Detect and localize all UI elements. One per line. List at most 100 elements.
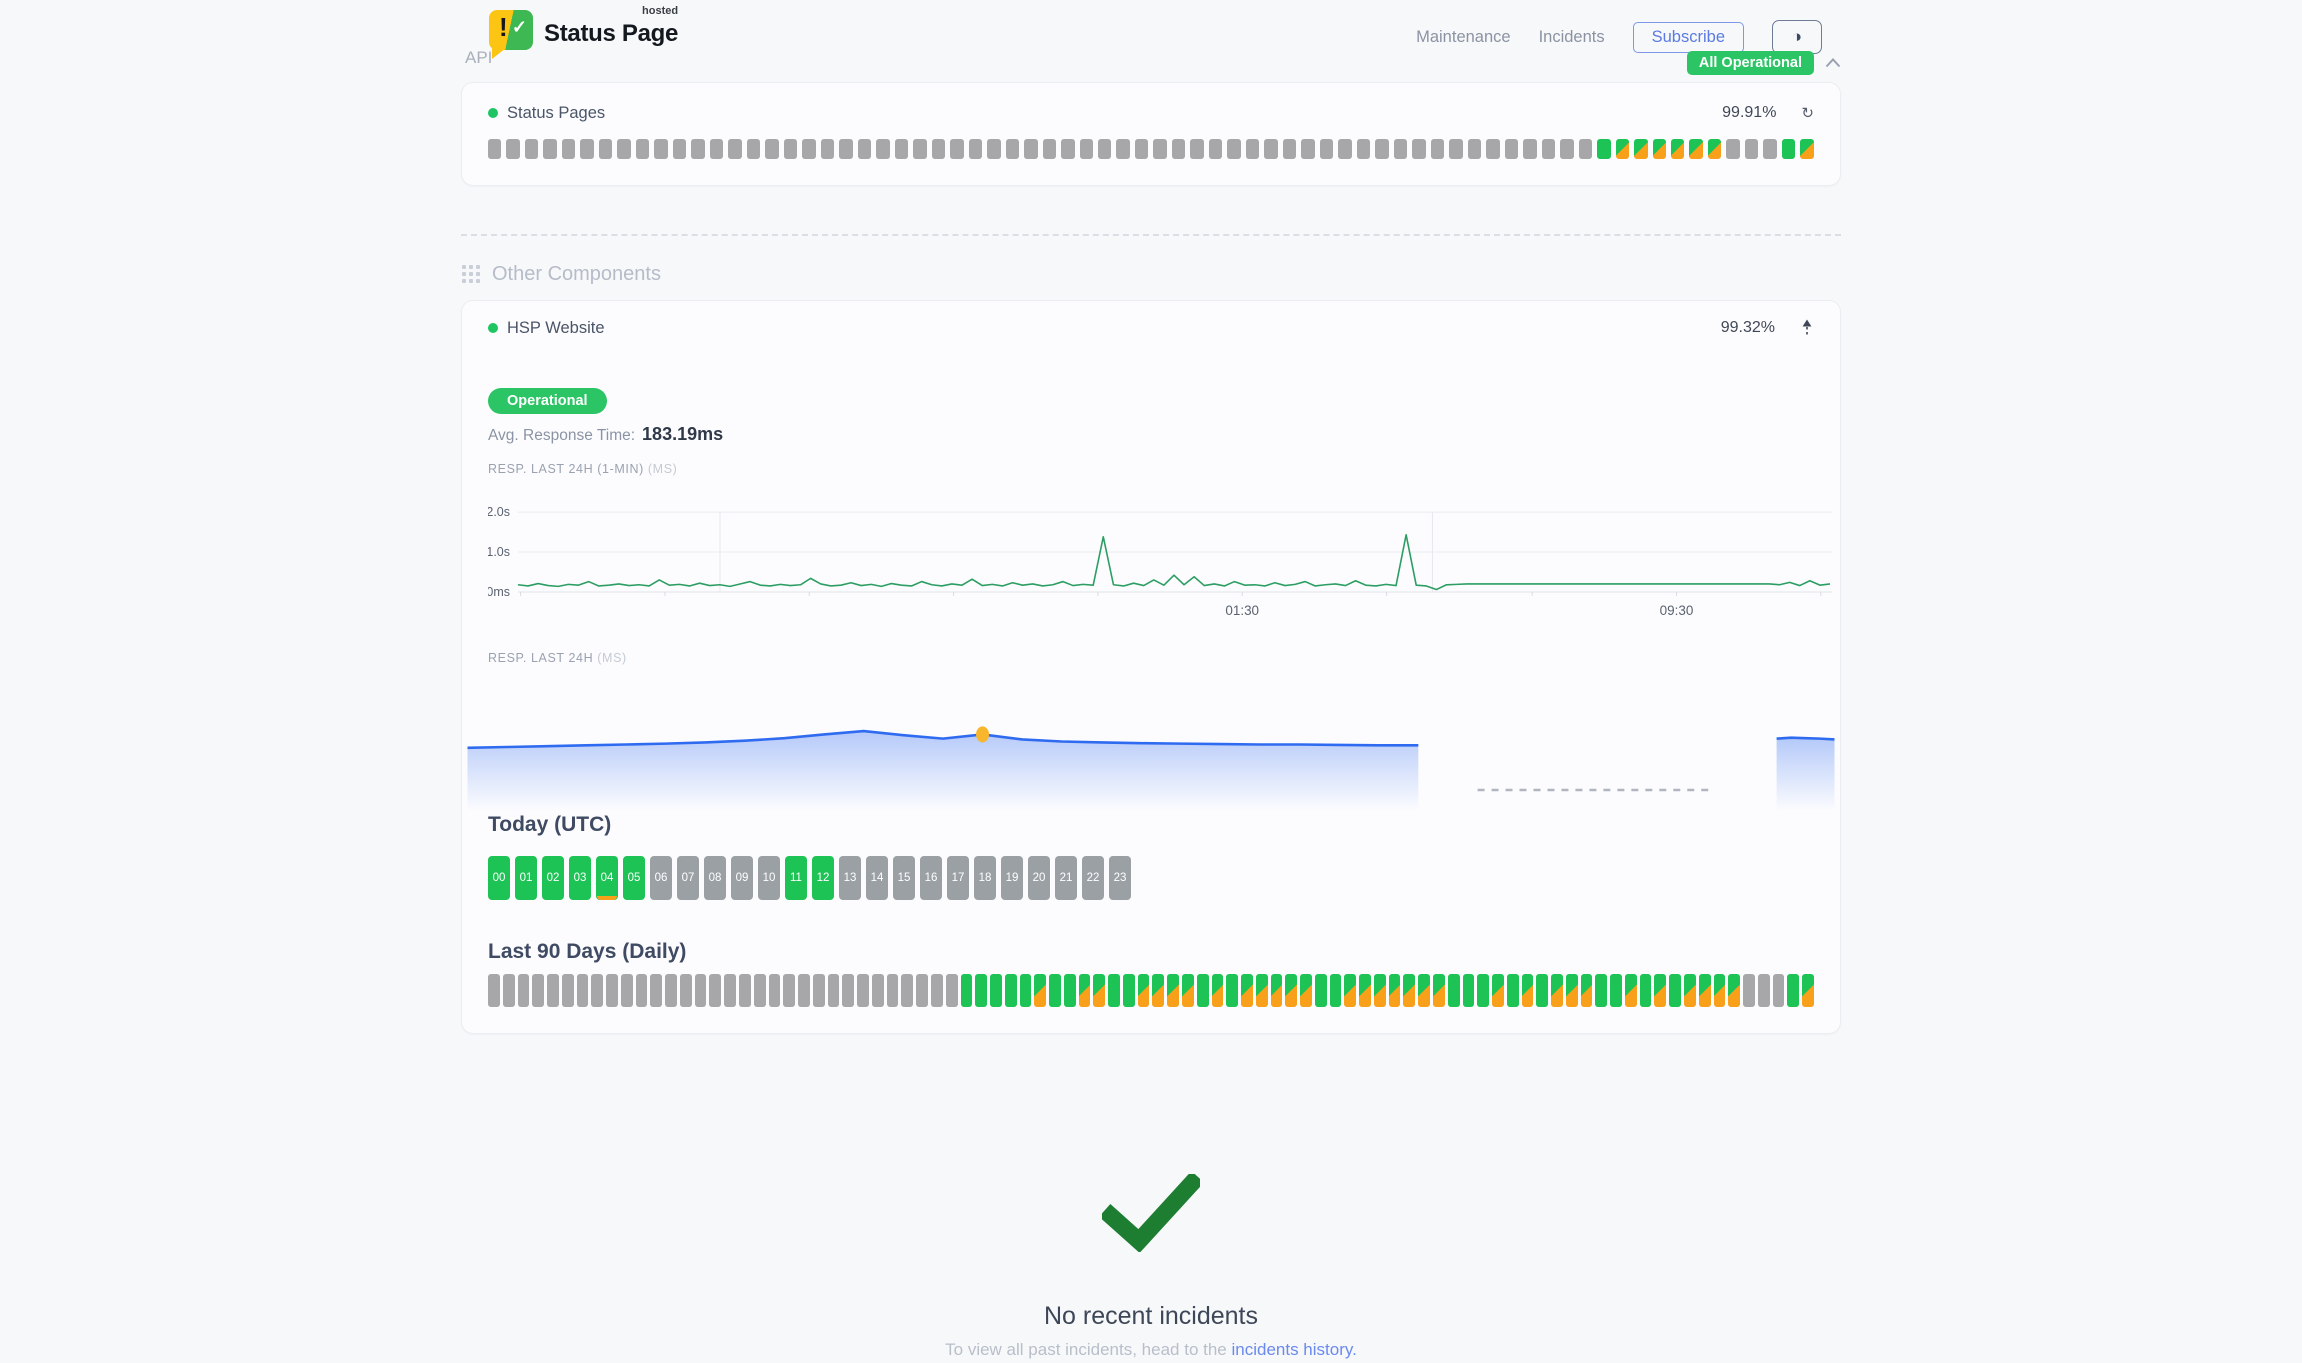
uptime-bar[interactable] — [1560, 139, 1573, 159]
hour-block-12[interactable]: 12 — [812, 856, 834, 900]
daily-uptime-bar[interactable] — [1433, 974, 1445, 1007]
uptime-bar[interactable] — [654, 139, 667, 159]
daily-uptime-bar[interactable] — [1005, 974, 1017, 1007]
daily-uptime-bar[interactable] — [1167, 974, 1179, 1007]
daily-uptime-bar[interactable] — [1359, 974, 1371, 1007]
hour-block-17[interactable]: 17 — [947, 856, 969, 900]
uptime-bar[interactable] — [932, 139, 945, 159]
uptime-bar[interactable] — [691, 139, 704, 159]
hour-block-19[interactable]: 19 — [1001, 856, 1023, 900]
daily-uptime-bar[interactable] — [1507, 974, 1519, 1007]
uptime-bar[interactable] — [1782, 139, 1795, 159]
uptime-bar[interactable] — [876, 139, 889, 159]
uptime-bar[interactable] — [599, 139, 612, 159]
daily-uptime-bar[interactable] — [975, 974, 987, 1007]
theme-toggle-button[interactable]: ◑ — [1772, 20, 1822, 54]
daily-uptime-bar[interactable] — [783, 974, 795, 1007]
daily-uptime-bar[interactable] — [1123, 974, 1135, 1007]
hour-block-11[interactable]: 11 — [785, 856, 807, 900]
hour-block-08[interactable]: 08 — [704, 856, 726, 900]
uptime-bar[interactable] — [1653, 139, 1666, 159]
daily-uptime-bar[interactable] — [931, 974, 943, 1007]
uptime-bar[interactable] — [784, 139, 797, 159]
uptime-bar[interactable] — [1726, 139, 1739, 159]
hour-block-09[interactable]: 09 — [731, 856, 753, 900]
refresh-icon[interactable]: ↻ — [1801, 104, 1814, 122]
hour-block-20[interactable]: 20 — [1028, 856, 1050, 900]
daily-uptime-bar[interactable] — [1285, 974, 1297, 1007]
daily-uptime-bar[interactable] — [872, 974, 884, 1007]
uptime-bar[interactable] — [987, 139, 1000, 159]
daily-uptime-bar[interactable] — [1108, 974, 1120, 1007]
daily-uptime-bar[interactable] — [1640, 974, 1652, 1007]
daily-uptime-bar[interactable] — [695, 974, 707, 1007]
daily-uptime-bar[interactable] — [1773, 974, 1785, 1007]
daily-uptime-bar[interactable] — [709, 974, 721, 1007]
uptime-bar[interactable] — [488, 139, 501, 159]
hour-block-18[interactable]: 18 — [974, 856, 996, 900]
daily-uptime-bar[interactable] — [1684, 974, 1696, 1007]
uptime-bar[interactable] — [673, 139, 686, 159]
highlight-marker-dot[interactable] — [976, 726, 989, 742]
daily-uptime-bar[interactable] — [1492, 974, 1504, 1007]
uptime-bar[interactable] — [617, 139, 630, 159]
uptime-bar[interactable] — [1616, 139, 1629, 159]
daily-uptime-bar[interactable] — [1403, 974, 1415, 1007]
uptime-bar[interactable] — [636, 139, 649, 159]
daily-uptime-bar[interactable] — [1699, 974, 1711, 1007]
uptime-bar[interactable] — [1597, 139, 1610, 159]
daily-uptime-bar[interactable] — [1610, 974, 1622, 1007]
daily-uptime-bar[interactable] — [532, 974, 544, 1007]
hour-block-23[interactable]: 23 — [1109, 856, 1131, 900]
daily-uptime-bar[interactable] — [1182, 974, 1194, 1007]
uptime-bar[interactable] — [895, 139, 908, 159]
uptime-bar[interactable] — [765, 139, 778, 159]
uptime-bar[interactable] — [1320, 139, 1333, 159]
daily-uptime-bar[interactable] — [1315, 974, 1327, 1007]
daily-uptime-bar[interactable] — [518, 974, 530, 1007]
daily-uptime-bar[interactable] — [547, 974, 559, 1007]
brand-logo[interactable]: ! ✓ hosted Status Page — [489, 10, 678, 50]
daily-uptime-bar[interactable] — [1093, 974, 1105, 1007]
daily-uptime-bar[interactable] — [828, 974, 840, 1007]
daily-uptime-bar[interactable] — [1581, 974, 1593, 1007]
uptime-bar[interactable] — [1394, 139, 1407, 159]
uptime-bar[interactable] — [1449, 139, 1462, 159]
daily-uptime-bar[interactable] — [901, 974, 913, 1007]
uptime-bar[interactable] — [1135, 139, 1148, 159]
trend-up-arrow-icon[interactable] — [1800, 319, 1814, 338]
daily-uptime-bar[interactable] — [665, 974, 677, 1007]
daily-uptime-bar[interactable] — [1020, 974, 1032, 1007]
daily-uptime-bar[interactable] — [1463, 974, 1475, 1007]
hour-block-10[interactable]: 10 — [758, 856, 780, 900]
daily-uptime-bar[interactable] — [1330, 974, 1342, 1007]
uptime-bar[interactable] — [506, 139, 519, 159]
daily-uptime-bar[interactable] — [1477, 974, 1489, 1007]
hour-block-15[interactable]: 15 — [893, 856, 915, 900]
uptime-bar[interactable] — [562, 139, 575, 159]
hour-block-00[interactable]: 00 — [488, 856, 510, 900]
daily-uptime-bar[interactable] — [1566, 974, 1578, 1007]
daily-uptime-bar[interactable] — [1344, 974, 1356, 1007]
uptime-bar[interactable] — [1375, 139, 1388, 159]
uptime-bar[interactable] — [1338, 139, 1351, 159]
daily-uptime-bar[interactable] — [577, 974, 589, 1007]
hour-block-01[interactable]: 01 — [515, 856, 537, 900]
daily-uptime-bar[interactable] — [813, 974, 825, 1007]
hour-block-02[interactable]: 02 — [542, 856, 564, 900]
daily-uptime-bar[interactable] — [1802, 974, 1814, 1007]
daily-uptime-bar[interactable] — [739, 974, 751, 1007]
uptime-bar[interactable] — [1024, 139, 1037, 159]
daily-uptime-bar[interactable] — [1787, 974, 1799, 1007]
daily-uptime-bar[interactable] — [1389, 974, 1401, 1007]
daily-uptime-bar[interactable] — [1448, 974, 1460, 1007]
daily-uptime-bar[interactable] — [724, 974, 736, 1007]
daily-uptime-bar[interactable] — [680, 974, 692, 1007]
hour-block-16[interactable]: 16 — [920, 856, 942, 900]
hour-block-06[interactable]: 06 — [650, 856, 672, 900]
hour-block-07[interactable]: 07 — [677, 856, 699, 900]
hour-block-05[interactable]: 05 — [623, 856, 645, 900]
uptime-bar[interactable] — [1116, 139, 1129, 159]
uptime-bar[interactable] — [1006, 139, 1019, 159]
daily-uptime-bar[interactable] — [916, 974, 928, 1007]
